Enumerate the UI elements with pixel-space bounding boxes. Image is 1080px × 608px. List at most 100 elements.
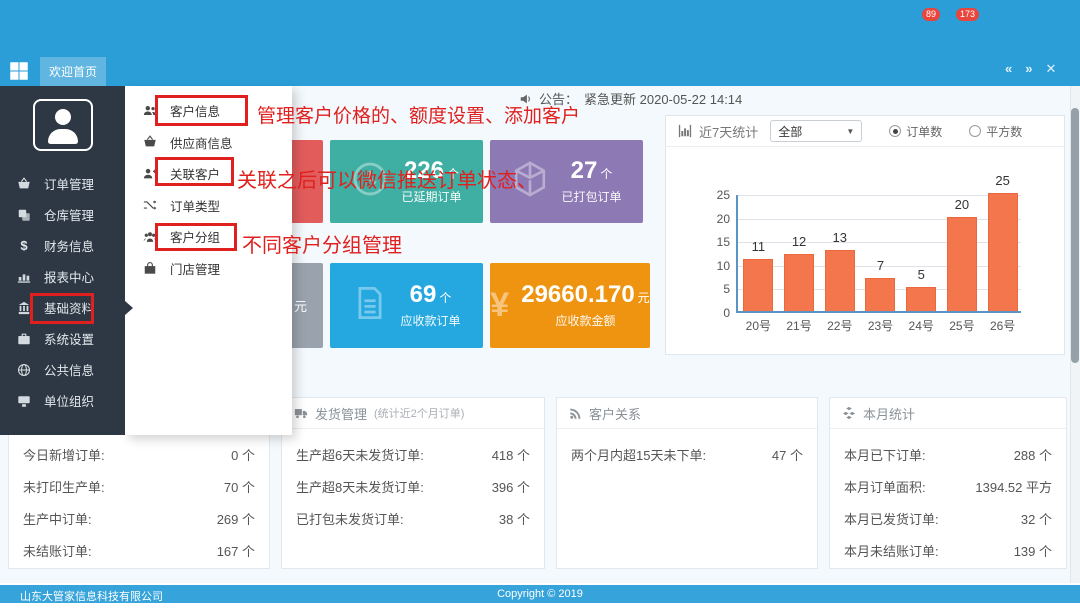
tabs-scroll-left-icon[interactable]: « (1005, 61, 1012, 77)
card-receivable-orders[interactable]: 69个 应收款订单 (330, 263, 483, 348)
globe-icon (17, 363, 31, 377)
chart-bar-value: 20 (942, 197, 983, 212)
footer-copyright: Copyright © 2019 (0, 588, 1080, 600)
annotation-customer-groups: 不同客户分组管理 (242, 229, 402, 258)
tabs-scroll-right-icon[interactable]: » (1025, 61, 1032, 77)
chart-bar-slot: 723号 (860, 195, 901, 311)
chart-bar-slot: 2025号 (942, 195, 983, 311)
receivable-orders-count: 69 (410, 281, 437, 308)
tab-welcome-home[interactable]: 欢迎首页 (40, 57, 106, 86)
chart-y-tick: 20 (717, 212, 730, 226)
panel-month-title: 本月统计 (863, 404, 915, 423)
close-tabs-icon[interactable]: ✕ (1045, 61, 1056, 77)
chart-x-tick: 21号 (779, 317, 820, 334)
stat-row: 生产超6天未发货订单:418 个 (282, 438, 544, 470)
chart-y-tick: 15 (717, 235, 730, 249)
panel-shipping: 发货管理 (统计近2个月订单) 生产超6天未发货订单:418 个 生产超8天未发… (281, 397, 545, 569)
organization-icon (17, 394, 31, 408)
scrollbar-thumb[interactable] (1071, 108, 1079, 363)
chart-bar-slot: 1120号 (738, 195, 779, 311)
erp-dashboard: 大管家信息科技ERP管理系统 2020年5月27日10:13:16 星期三 89… (0, 0, 1080, 608)
chart-bar-slot: 1322号 (819, 195, 860, 311)
order-type-icon (143, 198, 157, 212)
chart-bar-slot: 524号 (901, 195, 942, 311)
highlight-box-linked-customers (155, 157, 234, 186)
chart-bar-value: 13 (819, 230, 860, 245)
radio-selected-icon (889, 125, 901, 137)
stat-row: 本月已下订单:288 个 (830, 438, 1066, 470)
annotation-linked-customers: 关联之后可以微信推送订单状态、 (237, 164, 537, 193)
dollar-icon: $ (17, 238, 31, 253)
warehouse-icon (17, 208, 31, 222)
highlight-box-basic-data (30, 293, 94, 324)
submenu-item-order-type[interactable]: 订单类型 (125, 190, 292, 222)
store-bag-icon (143, 261, 157, 275)
bell-badge: 89 (922, 8, 940, 21)
sidebar-item-reports[interactable]: 报表中心 (0, 261, 125, 292)
tab-bar (0, 57, 1080, 86)
user-badge: 173 (956, 8, 979, 21)
sidebar-item-public-info[interactable]: 公共信息 (0, 354, 125, 385)
chart-y-tick: 10 (717, 259, 730, 273)
card-receivable-amount[interactable]: ¥ 29660.170元 应收款金额 (490, 263, 650, 348)
announcement-text: 紧急更新 2020-05-22 14:14 (584, 89, 742, 108)
stat-row: 本月已发货订单:32 个 (830, 502, 1066, 534)
stat-row: 本月未结账订单:139 个 (830, 534, 1066, 566)
sidebar-item-orders[interactable]: 订单管理 (0, 168, 125, 199)
submenu-pointer (125, 301, 133, 315)
sidebar-user-icon (33, 99, 93, 151)
chart-x-tick: 22号 (819, 317, 860, 334)
panel-shipping-title: 发货管理 (315, 404, 367, 423)
radio-order-count[interactable]: 订单数 (889, 123, 942, 140)
chart-bar-value: 5 (901, 267, 942, 282)
briefcase-icon (17, 332, 31, 346)
basket-icon (17, 177, 31, 191)
chart-bar-slot: 2526号 (982, 195, 1023, 311)
yen-icon: ¥ (490, 286, 509, 325)
chart-bar (743, 259, 773, 311)
radio-square-count[interactable]: 平方数 (969, 123, 1022, 140)
sidebar-item-finance[interactable]: $ 财务信息 (0, 230, 125, 261)
top-bar (0, 0, 1080, 57)
stat-row: 生产超8天未发货订单:396 个 (282, 470, 544, 502)
chart-icon (17, 270, 31, 284)
stat-row: 未结账订单:167 个 (9, 534, 269, 566)
bar-chart-icon (678, 124, 692, 138)
stat-row: 今日新增订单:0 个 (9, 438, 269, 470)
gray-card-unit: 元 (294, 296, 307, 315)
highlight-box-customer-info (155, 95, 248, 126)
submenu-item-supplier-info[interactable]: 供应商信息 (125, 127, 292, 159)
chart-y-tick: 5 (723, 282, 730, 296)
footer: 山东大管家信息科技有限公司 Copyright © 2019 (0, 585, 1080, 603)
chart-bar (865, 278, 895, 311)
chart-x-tick: 26号 (982, 317, 1023, 334)
chart-x-tick: 20号 (738, 317, 779, 334)
packed-count: 27 (571, 157, 598, 184)
chart-x-tick: 23号 (860, 317, 901, 334)
panel-month-stats: 本月统计 本月已下订单:288 个 本月订单面积:1394.52 平方 本月已发… (829, 397, 1067, 569)
chart-filter-select[interactable]: 全部 ▼ (770, 120, 862, 142)
chart-bar (906, 287, 936, 311)
start-menu-icon[interactable] (9, 61, 31, 83)
rss-icon (569, 407, 582, 420)
sidebar-item-warehouse[interactable]: 仓库管理 (0, 199, 125, 230)
sidebar-item-settings[interactable]: 系统设置 (0, 323, 125, 354)
chart-bar-value: 7 (860, 258, 901, 273)
panel-shipping-subtitle: (统计近2个月订单) (374, 405, 464, 421)
chart-panel: 近7天统计 全部 ▼ 订单数 平方数 05101520251120号1221号1… (665, 115, 1065, 355)
stat-row: 已打包未发货订单:38 个 (282, 502, 544, 534)
sidebar: 订单管理 仓库管理 $ 财务信息 报表中心 基础资料 系统设置 (0, 86, 125, 435)
chart-bar-slot: 1221号 (779, 195, 820, 311)
chart-bar-value: 12 (779, 234, 820, 249)
stat-row: 未打印生产单:70 个 (9, 470, 269, 502)
chart-bar-value: 11 (738, 239, 779, 254)
building-icon (17, 301, 31, 315)
chart-x-tick: 24号 (901, 317, 942, 334)
chart-bar-value: 25 (982, 173, 1023, 188)
panel-customer-relations: 客户关系 两个月内超15天未下单:47 个 (556, 397, 818, 569)
radio-unselected-icon (969, 125, 981, 137)
stat-row: 两个月内超15天未下单:47 个 (557, 438, 817, 470)
chart-bar (784, 254, 814, 311)
sidebar-item-organization[interactable]: 单位组织 (0, 385, 125, 416)
chart-bar (825, 250, 855, 311)
